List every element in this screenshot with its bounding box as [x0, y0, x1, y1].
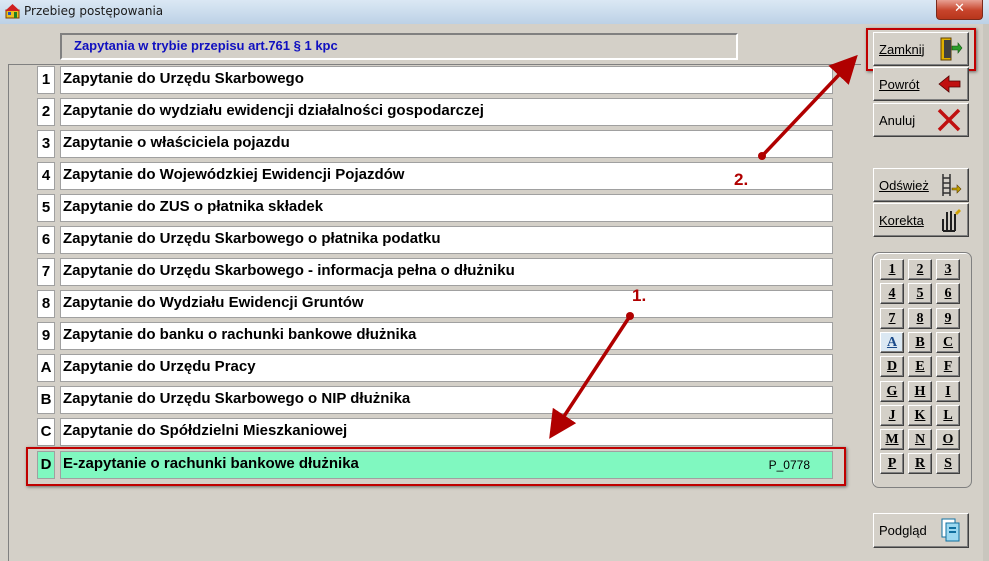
annotation-step-2: 2. [734, 170, 749, 189]
arrow-2-start-dot [758, 152, 766, 160]
arrow-to-close-button [760, 54, 858, 158]
annotation-arrows [549, 54, 858, 439]
main-window: Przebieg postępowania ✕ Zapytania w tryb… [0, 0, 989, 561]
arrow-to-selected-row [549, 315, 632, 439]
annotation-step-1: 1. [632, 286, 647, 305]
arrow-1-start-dot [626, 312, 634, 320]
